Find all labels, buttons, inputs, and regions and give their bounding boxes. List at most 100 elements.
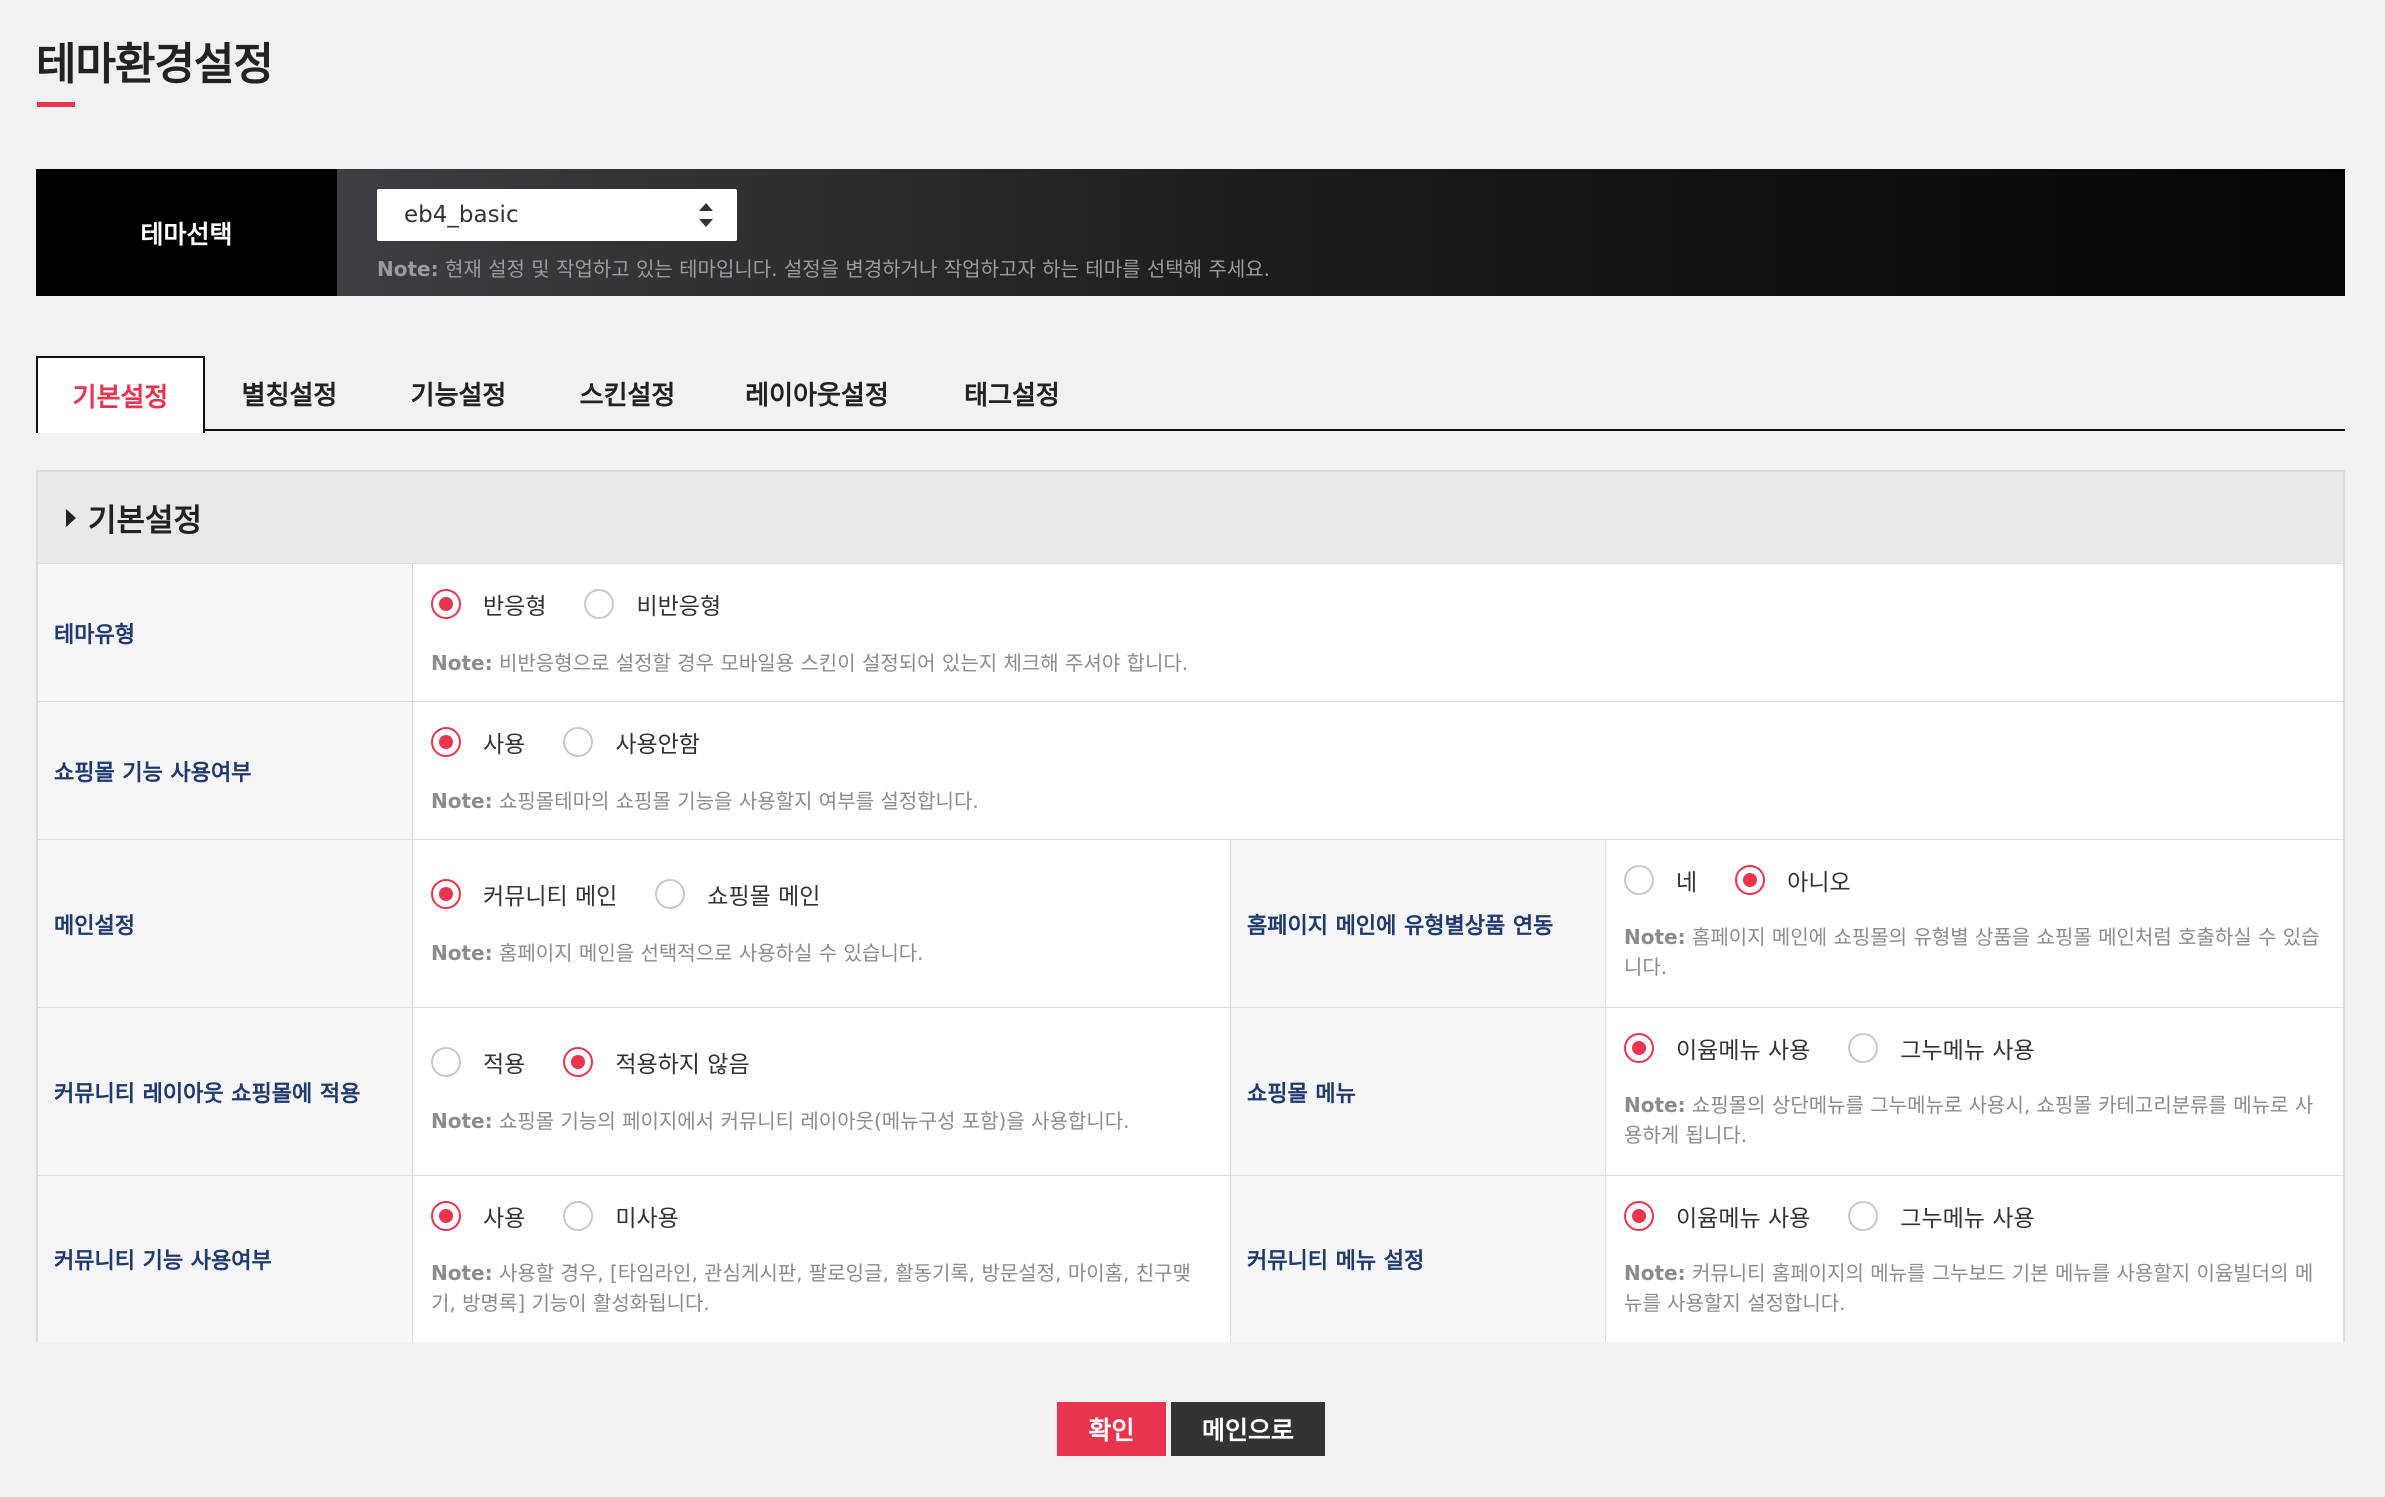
confirm-button[interactable]: 확인 xyxy=(1057,1402,1166,1456)
note-label: Note: xyxy=(1624,1261,1686,1285)
community-layout-radio-group: 적용 적용하지 않음 xyxy=(431,1044,788,1080)
note-text: 사용할 경우, [타임라인, 관심게시판, 팔로잉글, 활동기록, 방문설정, … xyxy=(431,1261,1191,1315)
tab-layout[interactable]: 레이아웃설정 xyxy=(712,356,922,431)
settings-row-main: 메인설정 커뮤니티 메인 쇼핑몰 메인 Note: 홈페이지 메인을 선택적으로… xyxy=(38,840,2343,1008)
community-layout-label: 커뮤니티 레이아웃 쇼핑몰에 적용 xyxy=(38,1008,413,1175)
title-underline xyxy=(37,102,75,107)
main-product-link-value: 네 아니오 Note: 홈페이지 메인에 쇼핑몰의 유형별 상품을 쇼핑몰 메인… xyxy=(1606,840,2343,1007)
radio-button[interactable] xyxy=(431,1047,461,1077)
main-product-link-note: Note: 홈페이지 메인에 쇼핑몰의 유형별 상품을 쇼핑몰 메인처럼 호출하… xyxy=(1624,922,2325,982)
radio-label: 비반응형 xyxy=(636,594,722,620)
radio-button[interactable] xyxy=(1624,1201,1654,1231)
radio-label: 그누메뉴 사용 xyxy=(1900,1038,2035,1064)
radio-option-not-use[interactable]: 미사용 xyxy=(563,1199,679,1233)
note-label: Note: xyxy=(431,651,493,675)
note-text: 쇼핑몰 기능의 페이지에서 커뮤니티 레이아웃(메뉴구성 포함)을 사용합니다. xyxy=(498,1109,1130,1133)
theme-type-value: 반응형 비반응형 Note: 비반응형으로 설정할 경우 모바일용 스킨이 설정… xyxy=(413,564,2343,701)
radio-button[interactable] xyxy=(563,727,594,757)
radio-option-no[interactable]: 아니오 xyxy=(1735,863,1851,897)
radio-option-yes[interactable]: 네 xyxy=(1624,863,1697,897)
note-label: Note: xyxy=(431,1261,493,1285)
note-text: 홈페이지 메인에 쇼핑몰의 유형별 상품을 쇼핑몰 메인처럼 호출하실 수 있습… xyxy=(1624,925,2320,979)
radio-button[interactable] xyxy=(1735,865,1766,895)
note-label: Note: xyxy=(1624,925,1686,949)
theme-type-note: Note: 비반응형으로 설정할 경우 모바일용 스킨이 설정되어 있는지 체크… xyxy=(431,648,2325,678)
settings-row-community: 커뮤니티 기능 사용여부 사용 미사용 Note: 사용할 경우, [타임라인,… xyxy=(38,1176,2343,1342)
radio-option-shop-main[interactable]: 쇼핑몰 메인 xyxy=(655,877,820,911)
radio-option-eyoom-menu[interactable]: 이윰메뉴 사용 xyxy=(1624,1031,1810,1065)
settings-tabs: 기본설정 별칭설정 기능설정 스킨설정 레이아웃설정 태그설정 xyxy=(36,356,2345,433)
theme-note: Note: 현재 설정 및 작업하고 있는 테마입니다. 설정을 변경하거나 작… xyxy=(377,253,1270,282)
radio-label: 적용 xyxy=(483,1052,526,1078)
note-text: 쇼핑몰테마의 쇼핑몰 기능을 사용할지 여부를 설정합니다. xyxy=(498,789,979,813)
radio-button[interactable] xyxy=(431,879,461,909)
radio-option-not-use[interactable]: 사용안함 xyxy=(563,725,700,759)
note-text: 커뮤니티 홈페이지의 메뉴를 그누보드 기본 메뉴를 사용할지 이윰빌더의 메뉴… xyxy=(1624,1261,2314,1315)
theme-select-label: 테마선택 xyxy=(36,169,337,296)
radio-button[interactable] xyxy=(431,727,461,757)
tab-alias[interactable]: 별칭설정 xyxy=(205,356,374,431)
tab-basic[interactable]: 기본설정 xyxy=(36,356,205,433)
radio-option-apply[interactable]: 적용 xyxy=(431,1045,525,1079)
theme-select-value: eb4_basic xyxy=(404,202,519,228)
main-setting-value: 커뮤니티 메인 쇼핑몰 메인 Note: 홈페이지 메인을 선택적으로 사용하실… xyxy=(413,840,1231,1007)
tab-skin[interactable]: 스킨설정 xyxy=(543,356,712,431)
note-text: 쇼핑몰의 상단메뉴를 그누메뉴로 사용시, 쇼핑몰 카테고리분류를 메뉴로 사용… xyxy=(1624,1093,2314,1147)
radio-option-non-responsive[interactable]: 비반응형 xyxy=(584,587,721,621)
community-menu-label: 커뮤니티 메뉴 설정 xyxy=(1231,1176,1606,1342)
shop-menu-radio-group: 이윰메뉴 사용 그누메뉴 사용 xyxy=(1624,1030,2073,1066)
page-title: 테마환경설정 xyxy=(36,39,274,90)
radio-button[interactable] xyxy=(563,1047,594,1077)
radio-option-community-main[interactable]: 커뮤니티 메인 xyxy=(431,877,617,911)
shop-menu-note: Note: 쇼핑몰의 상단메뉴를 그누메뉴로 사용시, 쇼핑몰 카테고리분류를 … xyxy=(1624,1090,2325,1150)
shop-usage-radio-group: 사용 사용안함 xyxy=(431,724,738,760)
main-setting-radio-group: 커뮤니티 메인 쇼핑몰 메인 xyxy=(431,876,858,912)
radio-option-gnu-menu[interactable]: 그누메뉴 사용 xyxy=(1848,1199,2035,1233)
radio-label: 적용하지 않음 xyxy=(615,1052,750,1078)
shop-usage-note: Note: 쇼핑몰테마의 쇼핑몰 기능을 사용할지 여부를 설정합니다. xyxy=(431,786,2325,816)
settings-row-layout: 커뮤니티 레이아웃 쇼핑몰에 적용 적용 적용하지 않음 Note: 쇼핑몰 기… xyxy=(38,1008,2343,1176)
theme-type-radio-group: 반응형 비반응형 xyxy=(431,586,759,622)
radio-option-responsive[interactable]: 반응형 xyxy=(431,587,546,621)
main-setting-label: 메인설정 xyxy=(38,840,413,1007)
radio-button[interactable] xyxy=(655,879,686,909)
settings-row-shop-usage: 쇼핑몰 기능 사용여부 사용 사용안함 Note: 쇼핑몰테마의 쇼핑몰 기능을… xyxy=(38,702,2343,840)
radio-option-use[interactable]: 사용 xyxy=(431,1199,525,1233)
community-layout-value: 적용 적용하지 않음 Note: 쇼핑몰 기능의 페이지에서 커뮤니티 레이아웃… xyxy=(413,1008,1231,1175)
shop-menu-label: 쇼핑몰 메뉴 xyxy=(1231,1008,1606,1175)
theme-select-dropdown[interactable]: eb4_basic xyxy=(377,189,737,241)
tab-tag[interactable]: 태그설정 xyxy=(922,356,1102,431)
radio-button[interactable] xyxy=(1848,1201,1879,1231)
note-label: Note: xyxy=(431,789,493,813)
radio-button[interactable] xyxy=(431,1201,461,1231)
radio-button[interactable] xyxy=(1624,865,1654,895)
community-menu-note: Note: 커뮤니티 홈페이지의 메뉴를 그누보드 기본 메뉴를 사용할지 이윰… xyxy=(1624,1258,2325,1318)
radio-button[interactable] xyxy=(431,589,461,619)
section-title: 기본설정 xyxy=(88,503,203,539)
community-menu-value: 이윰메뉴 사용 그누메뉴 사용 Note: 커뮤니티 홈페이지의 메뉴를 그누보… xyxy=(1606,1176,2343,1342)
go-main-button[interactable]: 메인으로 xyxy=(1171,1402,1325,1456)
main-setting-note: Note: 홈페이지 메인을 선택적으로 사용하실 수 있습니다. xyxy=(431,938,1212,968)
note-label: Note: xyxy=(1624,1093,1686,1117)
radio-label: 네 xyxy=(1676,870,1698,896)
radio-option-not-apply[interactable]: 적용하지 않음 xyxy=(563,1045,750,1079)
radio-label: 사용안함 xyxy=(615,732,700,758)
radio-option-eyoom-menu[interactable]: 이윰메뉴 사용 xyxy=(1624,1199,1810,1233)
settings-row-theme-type: 테마유형 반응형 비반응형 Note: 비반응형으로 설정할 경우 모바일용 스… xyxy=(38,564,2343,702)
radio-label: 사용 xyxy=(483,1206,526,1232)
main-product-link-radio-group: 네 아니오 xyxy=(1624,862,1889,898)
note-text: 비반응형으로 설정할 경우 모바일용 스킨이 설정되어 있는지 체크해 주셔야 … xyxy=(498,651,1189,675)
radio-option-use[interactable]: 사용 xyxy=(431,725,525,759)
radio-button[interactable] xyxy=(563,1201,594,1231)
theme-select-area: eb4_basic Note: 현재 설정 및 작업하고 있는 테마입니다. 설… xyxy=(337,169,2345,296)
radio-button[interactable] xyxy=(584,589,615,619)
tab-function[interactable]: 기능설정 xyxy=(374,356,543,431)
radio-button[interactable] xyxy=(1848,1033,1879,1063)
community-usage-radio-group: 사용 미사용 xyxy=(431,1198,717,1234)
radio-option-gnu-menu[interactable]: 그누메뉴 사용 xyxy=(1848,1031,2035,1065)
note-label: Note: xyxy=(431,1109,493,1133)
radio-label: 사용 xyxy=(483,732,526,758)
note-text: 홈페이지 메인을 선택적으로 사용하실 수 있습니다. xyxy=(498,941,924,965)
radio-button[interactable] xyxy=(1624,1033,1654,1063)
community-usage-label: 커뮤니티 기능 사용여부 xyxy=(38,1176,413,1342)
